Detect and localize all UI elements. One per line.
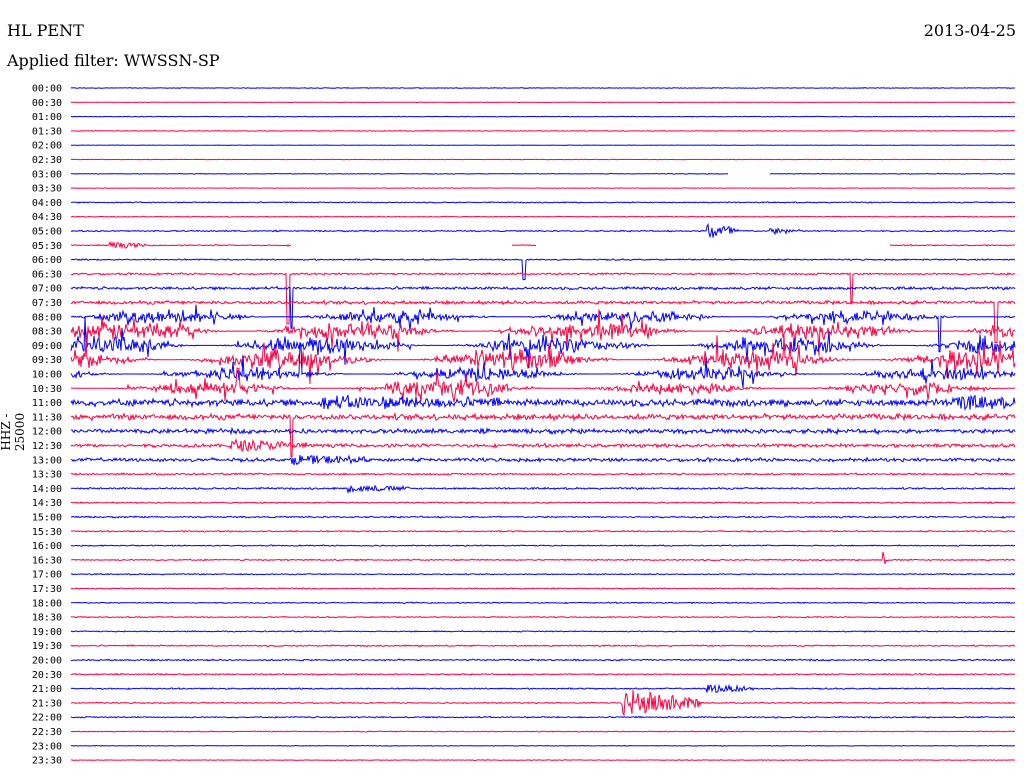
row-time-label: 13:30 xyxy=(32,470,62,481)
trace-row-0230 xyxy=(70,158,1016,161)
row-time-label: 20:00 xyxy=(32,656,62,667)
trace-row-1300 xyxy=(70,454,1016,466)
trace-row-1630 xyxy=(71,551,1016,565)
row-time-label: 13:00 xyxy=(32,455,62,466)
trace-row-2000 xyxy=(70,658,1016,662)
trace-row-2130 xyxy=(70,690,1016,717)
row-time-label: 02:00 xyxy=(32,141,62,152)
trace-row-0330 xyxy=(71,187,1015,189)
row-time-label: 14:30 xyxy=(32,498,62,509)
trace-row-0600 xyxy=(70,258,1016,281)
trace-row-2100 xyxy=(70,683,1016,693)
row-time-label: 06:30 xyxy=(32,269,62,280)
row-time-label: 11:30 xyxy=(32,412,62,423)
row-time-label: 05:30 xyxy=(32,241,62,252)
trace-row-2330 xyxy=(70,759,1016,762)
row-time-label: 18:30 xyxy=(32,613,62,624)
row-time-label: 22:00 xyxy=(32,713,62,724)
row-time-label: 10:30 xyxy=(32,384,62,395)
trace-row-1130 xyxy=(70,412,1016,458)
row-time-label: 23:00 xyxy=(32,741,62,752)
row-time-label: 09:30 xyxy=(32,355,62,366)
row-time-label: 14:00 xyxy=(32,484,62,495)
trace-row-1330 xyxy=(70,472,1016,477)
trace-row-1700 xyxy=(70,572,1016,576)
row-time-label: 11:00 xyxy=(32,398,62,409)
row-time-label: 00:00 xyxy=(32,84,62,95)
trace-row-0700 xyxy=(70,285,1016,329)
trace-row-1500 xyxy=(70,515,1016,519)
row-time-label: 21:00 xyxy=(32,684,62,695)
row-time-label: 07:30 xyxy=(32,298,62,309)
row-time-label: 00:30 xyxy=(32,98,62,109)
trace-row-2200 xyxy=(70,715,1016,719)
row-time-label: 06:00 xyxy=(32,255,62,266)
row-time-label: 20:30 xyxy=(32,670,62,681)
row-time-label: 08:30 xyxy=(32,327,62,338)
trace-row-1530 xyxy=(70,529,1016,533)
trace-row-0430 xyxy=(71,215,1015,218)
row-time-label: 17:30 xyxy=(32,584,62,595)
trace-row-2230 xyxy=(71,730,1016,733)
trace-row-1400 xyxy=(70,484,1016,495)
row-time-label: 03:30 xyxy=(32,184,62,195)
row-time-label: 02:30 xyxy=(32,155,62,166)
trace-row-1230 xyxy=(70,438,1016,453)
row-time-label: 04:30 xyxy=(32,212,62,223)
row-time-label: 03:00 xyxy=(32,169,62,180)
row-time-label: 16:30 xyxy=(32,555,62,566)
trace-row-0400 xyxy=(71,201,1015,204)
trace-row-1800 xyxy=(70,601,1016,605)
row-time-label: 18:00 xyxy=(32,598,62,609)
row-time-label: 04:00 xyxy=(32,198,62,209)
row-time-label: 12:00 xyxy=(32,427,62,438)
helicorder-plot: 00:00 00:30 01:00 01:30 02:00 02:30 03:00 03:30… xyxy=(32,84,1016,767)
trace-row-1600 xyxy=(70,544,1016,547)
row-time-label: 23:30 xyxy=(32,756,62,767)
row-time-label: 16:00 xyxy=(32,541,62,552)
trace-row-1000 xyxy=(70,343,1016,388)
trace-row-0300 xyxy=(70,172,1016,175)
row-time-label: 08:00 xyxy=(32,312,62,323)
row-time-label: 19:30 xyxy=(32,641,62,652)
trace-row-0000 xyxy=(70,87,1016,89)
row-time-label: 17:00 xyxy=(32,570,62,581)
row-time-label: 09:00 xyxy=(32,341,62,352)
row-time-label: 15:30 xyxy=(32,527,62,538)
trace-row-0130 xyxy=(70,129,1015,132)
trace-row-0930 xyxy=(70,335,1016,385)
trace-row-1900 xyxy=(70,630,1016,633)
row-time-label: 15:00 xyxy=(32,513,62,524)
trace-row-1930 xyxy=(70,644,1016,648)
trace-row-2030 xyxy=(70,672,1016,676)
trace-row-1830 xyxy=(70,615,1015,619)
trace-row-0530 xyxy=(70,240,1016,250)
row-time-label: 01:00 xyxy=(32,112,62,123)
row-time-label: 01:30 xyxy=(32,126,62,137)
row-time-label: 10:00 xyxy=(32,370,62,381)
trace-row-2300 xyxy=(70,744,1016,747)
row-time-label: 12:30 xyxy=(32,441,62,452)
row-time-label: 07:00 xyxy=(32,284,62,295)
trace-row-0200 xyxy=(70,144,1016,147)
trace-row-0100 xyxy=(71,115,1016,118)
trace-row-1100 xyxy=(70,394,1016,411)
row-time-label: 21:30 xyxy=(32,698,62,709)
trace-row-1730 xyxy=(70,587,1016,590)
row-time-label: 22:30 xyxy=(32,727,62,738)
row-time-label: 19:00 xyxy=(32,627,62,638)
trace-row-1200 xyxy=(70,426,1016,436)
trace-row-1430 xyxy=(71,501,1016,505)
row-time-label: 05:00 xyxy=(32,227,62,238)
trace-row-0500 xyxy=(70,222,1016,239)
trace-row-0030 xyxy=(71,101,1015,104)
